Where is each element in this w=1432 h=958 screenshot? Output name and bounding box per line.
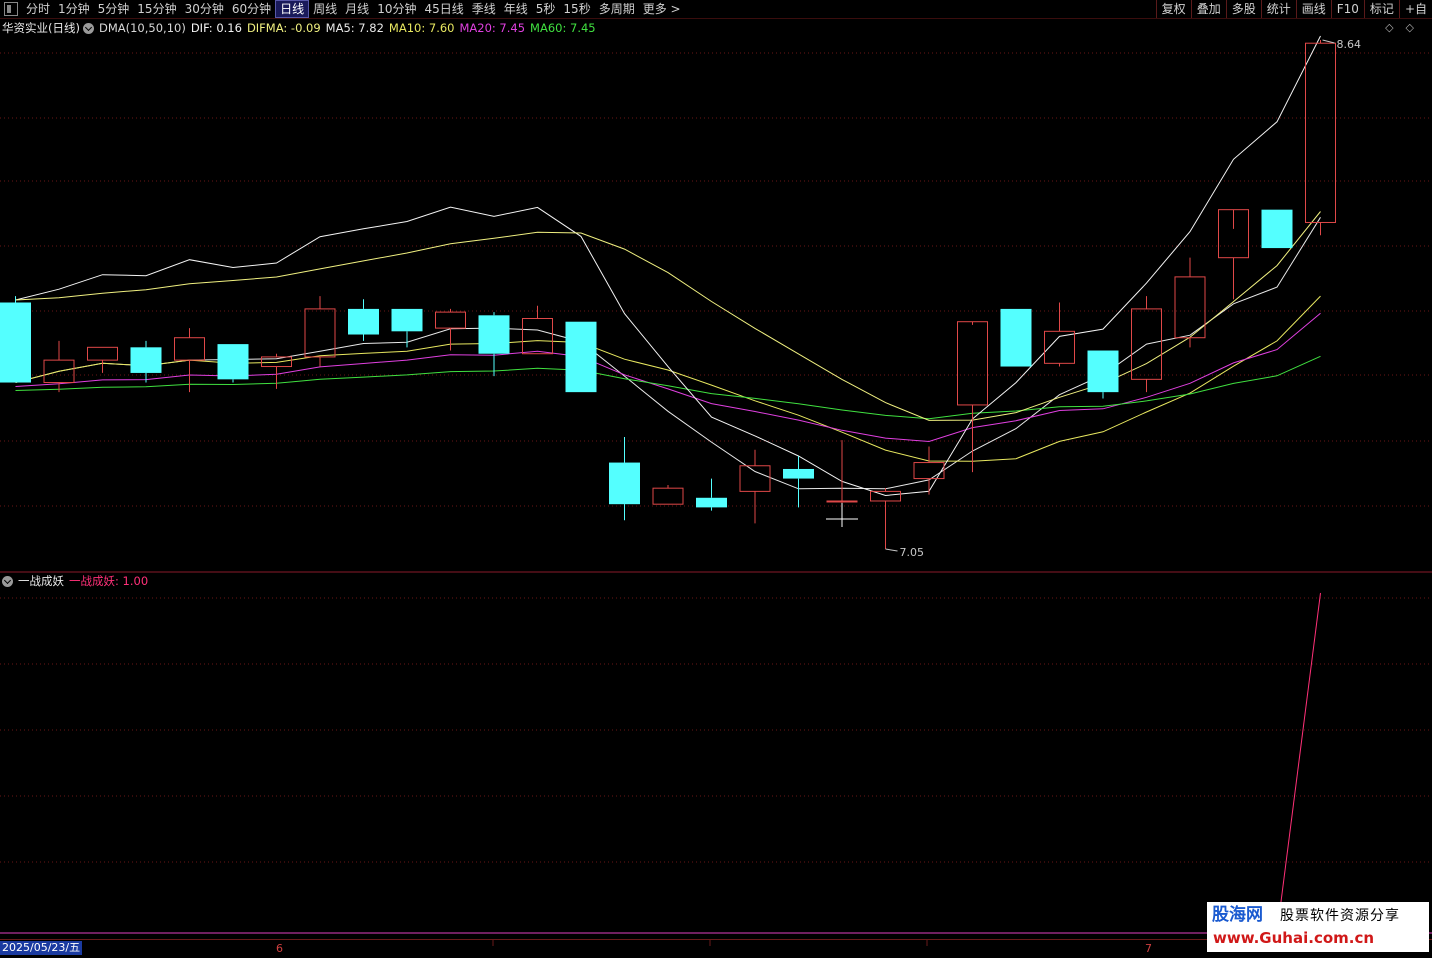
watermark-url: www.Guhai.com.cn — [1213, 929, 1375, 947]
high-marker-label: 8.64 — [1337, 38, 1362, 51]
candle-20 — [870, 488, 901, 549]
sub-indicator-line — [1276, 592, 1321, 934]
candle-body — [783, 468, 814, 479]
candle-4 — [174, 328, 205, 393]
candle-18 — [783, 456, 814, 508]
candle-5 — [217, 344, 249, 383]
candle-body — [739, 465, 771, 492]
high-marker-arrow — [1322, 39, 1335, 44]
candle-body — [870, 490, 901, 502]
candle-body — [130, 347, 162, 373]
candle-body — [565, 321, 597, 393]
candle-0 — [0, 296, 31, 383]
sub-indicator-title[interactable]: 一战成妖 — [18, 573, 64, 589]
date-cursor-label: 2025/05/23/五 — [0, 941, 83, 955]
sub-indicator-menu-icon[interactable] — [2, 575, 13, 587]
low-marker-arrow — [885, 548, 898, 552]
candle-body — [1087, 350, 1119, 393]
watermark-subtitle: 股票软件资源分享 — [1280, 908, 1400, 924]
candle-30 — [1305, 40, 1336, 236]
ma60-line — [15, 355, 1321, 420]
ma5-line — [15, 217, 1321, 490]
candle-27 — [1174, 257, 1206, 348]
watermark-title: 股海网 — [1212, 905, 1263, 925]
candle-2 — [87, 346, 118, 373]
candle-body — [1305, 42, 1336, 223]
candle-21 — [913, 446, 945, 495]
candle-25 — [1087, 350, 1119, 399]
crosshair — [826, 503, 858, 527]
candle-body — [609, 462, 640, 505]
watermark-logo: 股海网 股票软件资源分享 www.Guhai.com.cn — [1207, 902, 1429, 952]
candle-body — [826, 500, 858, 503]
candle-16 — [696, 478, 727, 511]
candle-body — [522, 318, 553, 355]
candle-body — [435, 311, 466, 329]
candle-body — [913, 462, 945, 480]
candle-body — [1261, 209, 1293, 249]
candle-3 — [130, 340, 162, 383]
low-marker-label: 7.05 — [900, 546, 925, 559]
month-tick-7: 7 — [1145, 942, 1152, 955]
candle-body — [348, 308, 379, 335]
candle-23 — [1000, 308, 1032, 367]
candle-13 — [565, 321, 597, 393]
chart-canvas[interactable]: 8.64 7.05 — [0, 0, 1432, 957]
sub-indicator — [1276, 592, 1321, 934]
candle-14 — [609, 436, 640, 521]
candle-body — [174, 337, 205, 361]
sub-indicator-line: 一战成妖 一战成妖: 1.00 — [2, 573, 153, 589]
price-markers: 8.64 7.05 — [885, 38, 1362, 559]
ma-lines — [15, 35, 1321, 497]
sub-grid — [0, 597, 1432, 946]
sub-indicator-value: 一战成妖: 1.00 — [69, 574, 149, 588]
candle-body — [87, 346, 118, 361]
candle-22 — [957, 321, 988, 473]
candle-body — [1000, 308, 1032, 367]
dif-line — [15, 35, 1321, 497]
candle-19 — [826, 440, 858, 508]
candle-body — [217, 344, 249, 380]
candle-29 — [1261, 209, 1293, 249]
candle-body — [478, 315, 510, 354]
candle-body — [957, 321, 988, 406]
month-tick-6: 6 — [276, 942, 283, 955]
candle-body — [391, 308, 423, 332]
candle-body — [652, 487, 684, 505]
main-grid — [0, 52, 1432, 507]
candle-9 — [391, 308, 423, 348]
candle-17 — [739, 449, 771, 524]
candle-28 — [1218, 209, 1249, 300]
candle-8 — [348, 299, 379, 341]
candle-11 — [478, 312, 510, 377]
candle-body — [0, 302, 31, 383]
ma10-line — [15, 295, 1321, 462]
candle-body — [696, 497, 727, 508]
candle-15 — [652, 484, 684, 505]
